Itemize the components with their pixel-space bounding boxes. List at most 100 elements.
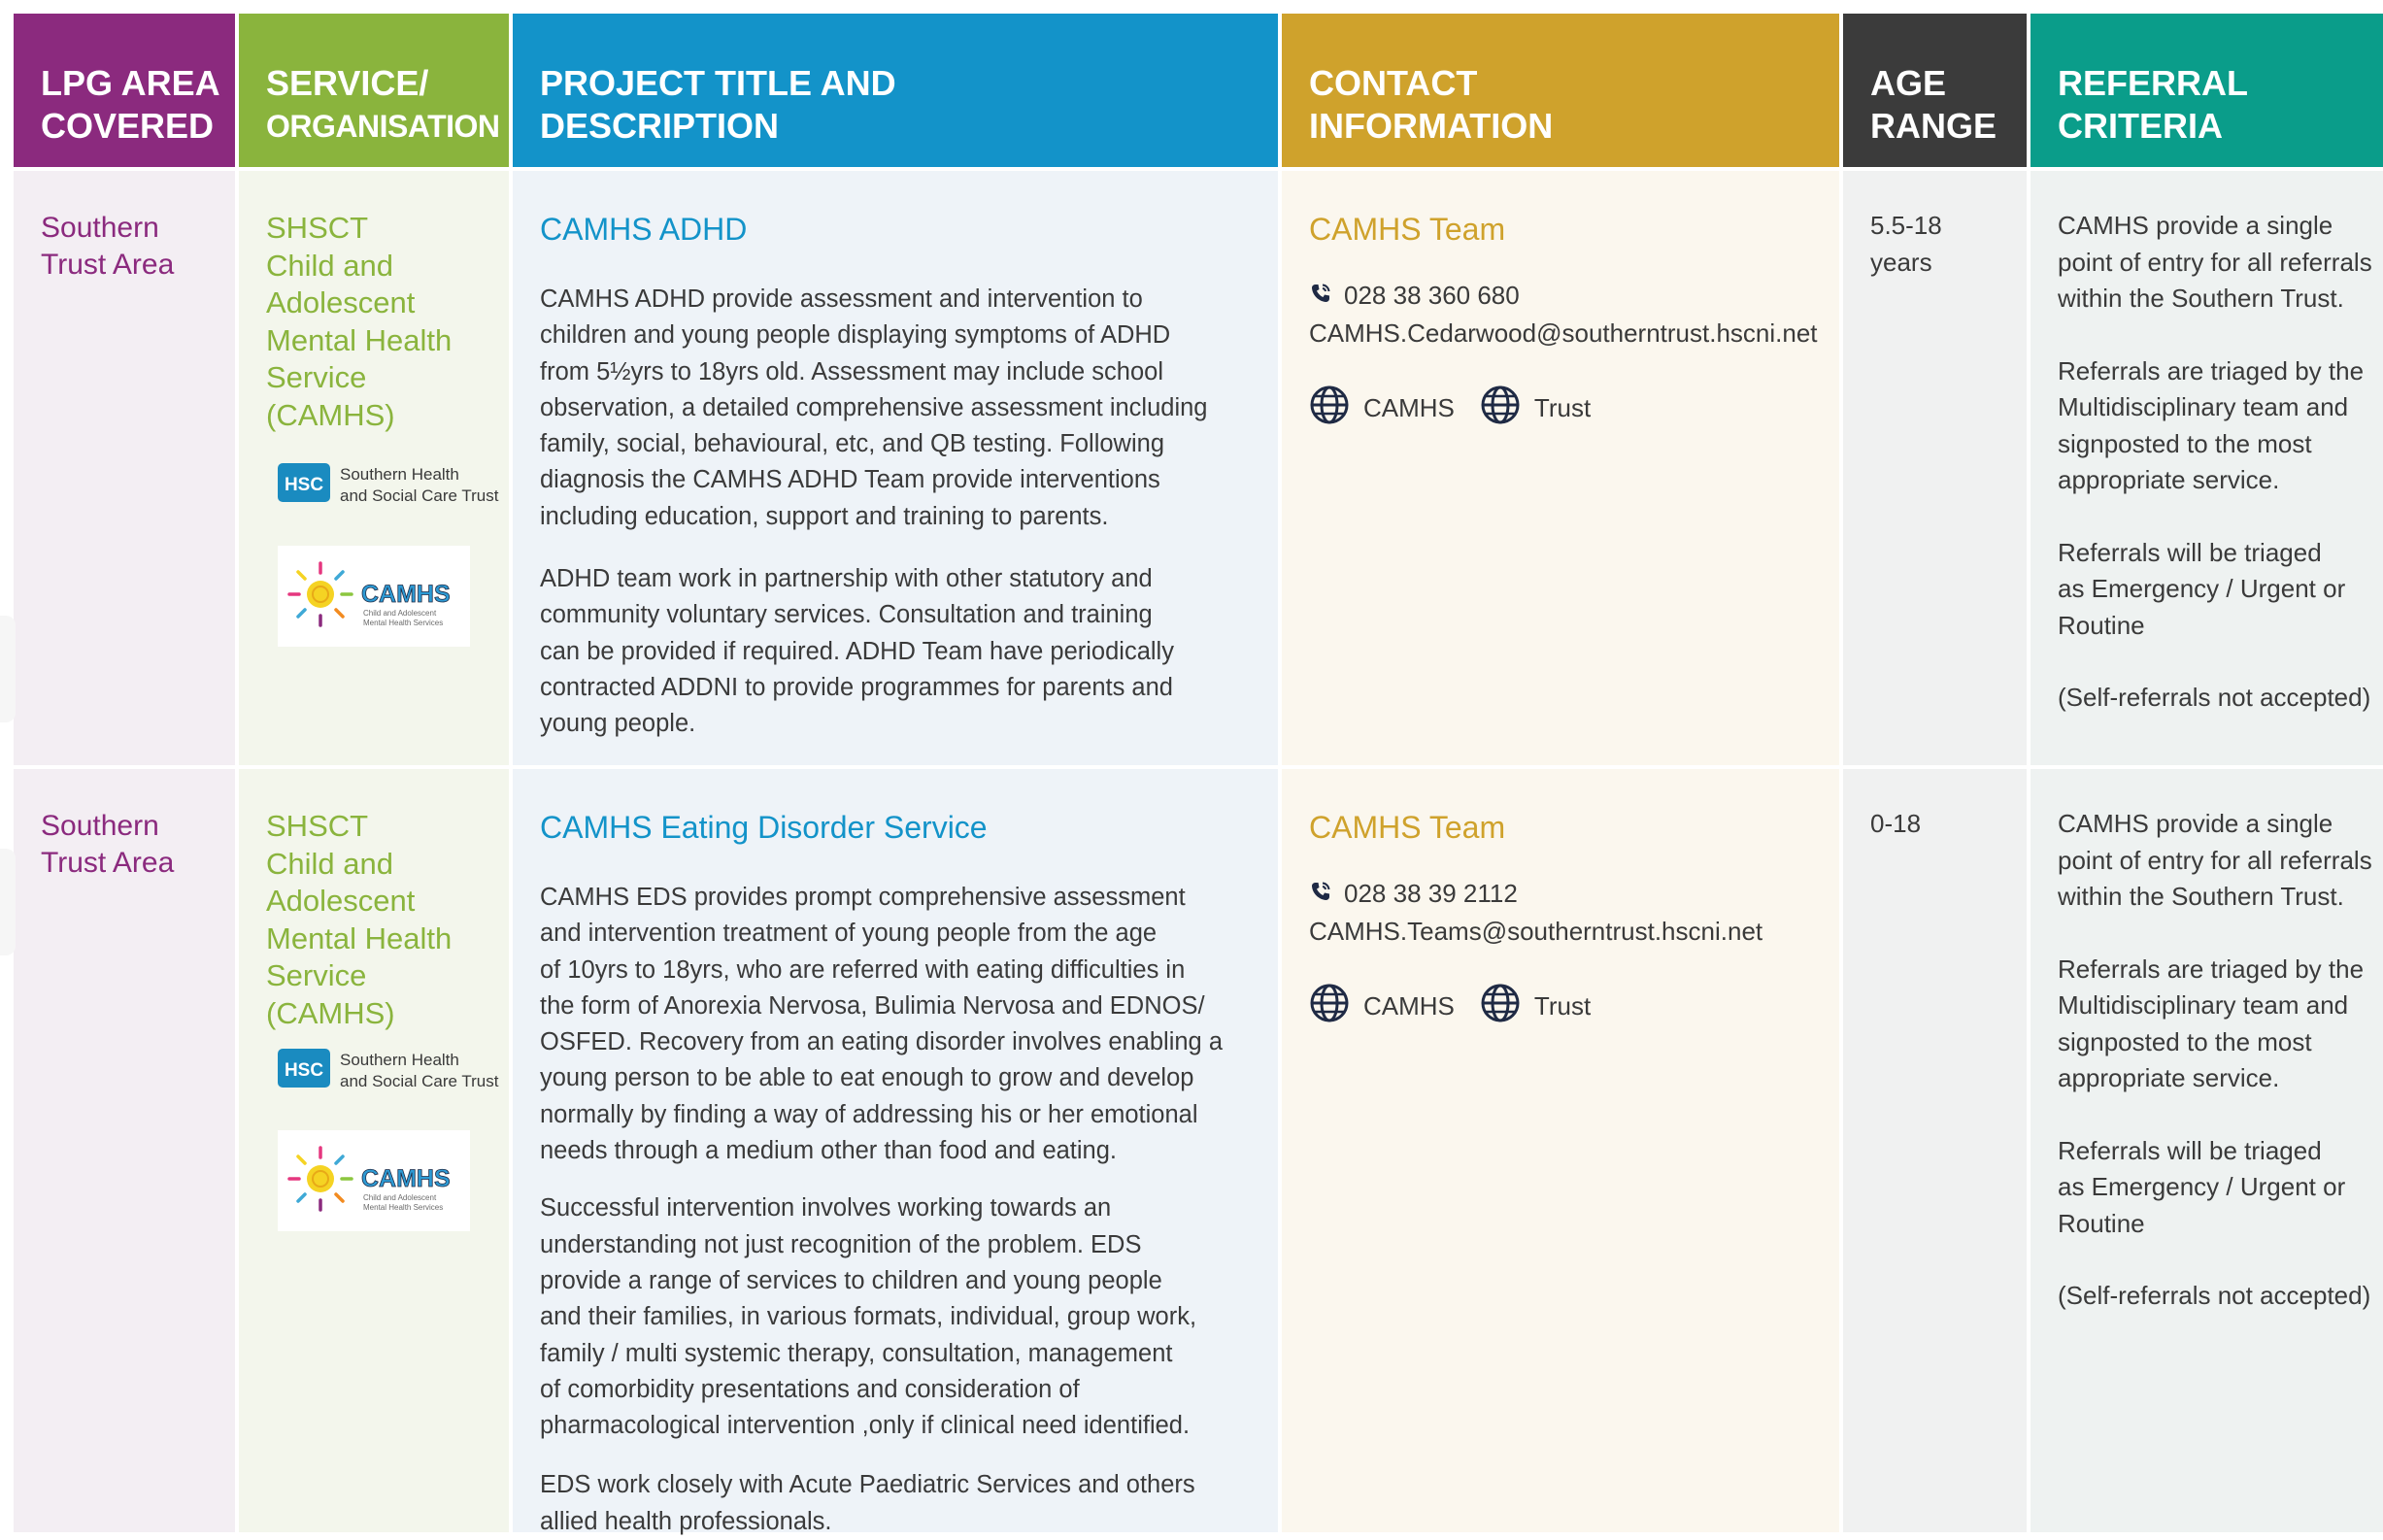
globe-icon bbox=[1309, 385, 1363, 432]
header-project: PROJECT TITLE AND DESCRIPTION bbox=[513, 14, 1278, 167]
phone-icon bbox=[1309, 877, 1334, 914]
text-line: Mental Health bbox=[266, 322, 453, 357]
referral-criteria: CAMHS provide a single point of entry fo… bbox=[2031, 171, 2383, 717]
globe-icon bbox=[1480, 385, 1534, 432]
text-line: family, social, behavioural, etc, and QB… bbox=[540, 430, 1165, 458]
text-line: Routine bbox=[2058, 1208, 2145, 1238]
phone-number[interactable]: 028 38 39 2112 bbox=[1344, 879, 1518, 908]
directory-table: LPG AREA COVERED SERVICE/ ORGANISATION P… bbox=[0, 14, 2383, 1535]
text-line: CAMHS ADHD provide assessment and interv… bbox=[540, 285, 1143, 313]
phone-line: 028 38 39 2112 bbox=[1309, 876, 1839, 914]
text-line: point of entry for all referrals bbox=[2058, 247, 2372, 277]
text-line: Service bbox=[266, 360, 367, 394]
web-link-label: CAMHS bbox=[1363, 991, 1455, 1021]
header-line: RANGE bbox=[1870, 106, 1997, 146]
web-link-trust[interactable]: Trust bbox=[1480, 983, 1591, 1030]
text-line: the form of Anorexia Nervosa, Bulimia Ne… bbox=[540, 991, 1205, 1020]
referral-paragraph: Referrals will be triaged as Emergency /… bbox=[2058, 1133, 2383, 1243]
text-line: can be provided if required. ADHD Team h… bbox=[540, 637, 1174, 665]
service-name: SHSCT Child and Adolescent Mental Health… bbox=[266, 769, 509, 1032]
text-line: provide a range of services to children … bbox=[540, 1266, 1162, 1294]
header-line: COVERED bbox=[41, 106, 215, 146]
lpg-area-text: Southern Trust Area bbox=[41, 171, 235, 284]
camhs-sub-line: Mental Health Services bbox=[363, 1203, 443, 1212]
text-line: SHSCT bbox=[266, 211, 369, 245]
web-links: CAMHS Trust bbox=[1309, 385, 1839, 432]
service-name: SHSCT Child and Adolescent Mental Health… bbox=[266, 171, 509, 434]
globe-icon bbox=[1480, 983, 1534, 1030]
project-description-paragraph: ADHD team work in partnership with other… bbox=[540, 561, 1278, 742]
web-link-camhs[interactable]: CAMHS bbox=[1309, 983, 1455, 1030]
text-line: contracted ADDNI to provide programmes f… bbox=[540, 673, 1173, 701]
text-line: family / multi systemic therapy, consult… bbox=[540, 1339, 1173, 1367]
header-contact: CONTACT INFORMATION bbox=[1282, 14, 1839, 167]
text-line: CAMHS EDS provides prompt comprehensive … bbox=[540, 884, 1186, 911]
text-line: children and young people displaying sym… bbox=[540, 321, 1171, 350]
referral-paragraph: Referrals will be triaged as Emergency /… bbox=[2058, 535, 2383, 645]
text-line: (Self-referrals not accepted) bbox=[2058, 683, 2371, 712]
header-line: REFERRAL bbox=[2058, 63, 2248, 103]
text-line: signposted to the most bbox=[2058, 428, 2312, 458]
text-line: understanding not just recognition of th… bbox=[540, 1230, 1142, 1258]
text-line: young people. bbox=[540, 710, 696, 738]
camhs-mark: CAMHS bbox=[361, 581, 451, 608]
text-line: of comorbidity presentations and conside… bbox=[540, 1375, 1080, 1403]
camhs-mark: CAMHS bbox=[361, 1165, 451, 1192]
referral-criteria: CAMHS provide a single point of entry fo… bbox=[2031, 769, 2383, 1315]
text-line: observation, a detailed comprehensive as… bbox=[540, 393, 1208, 421]
text-line: allied health professionals. bbox=[540, 1507, 832, 1535]
project-cell: CAMHS Eating Disorder Service CAMHS EDS … bbox=[513, 769, 1278, 1535]
text-line: within the Southern Trust. bbox=[2058, 882, 2344, 911]
text-line: Southern bbox=[41, 212, 159, 244]
text-line: from 5½yrs to 18yrs old. Assessment may … bbox=[540, 357, 1164, 385]
text-line: appropriate service. bbox=[2058, 465, 2280, 494]
text-line: of 10yrs to 18yrs, who are referred with… bbox=[540, 955, 1186, 984]
referral-paragraph: Referrals are triaged by the Multidiscip… bbox=[2058, 952, 2383, 1097]
header-line: ORGANISATION bbox=[266, 109, 500, 144]
web-link-camhs[interactable]: CAMHS bbox=[1309, 385, 1455, 432]
text-line: young person to be able to eat enough to… bbox=[540, 1064, 1194, 1092]
text-line: (CAMHS) bbox=[266, 397, 395, 432]
text-line: Multidisciplinary team and bbox=[2058, 990, 2349, 1020]
age-range: 5.5-18 years bbox=[1870, 171, 2027, 281]
web-links: CAMHS Trust bbox=[1309, 983, 1839, 1030]
email-link[interactable]: CAMHS.Teams@southerntrust.hscni.net bbox=[1309, 914, 1839, 951]
age-range: 0-18 bbox=[1870, 769, 2027, 843]
web-link-trust[interactable]: Trust bbox=[1480, 385, 1591, 432]
email-link[interactable]: CAMHS.Cedarwood@southerntrust.hscni.net bbox=[1309, 316, 1839, 352]
sun-icon bbox=[287, 1146, 353, 1212]
header-service: SERVICE/ ORGANISATION bbox=[239, 14, 509, 167]
text-line: Routine bbox=[2058, 610, 2145, 640]
referral-paragraph: CAMHS provide a single point of entry fo… bbox=[2058, 806, 2383, 916]
project-title: CAMHS ADHD bbox=[540, 212, 748, 247]
text-line: normally by finding a way of addressing … bbox=[540, 1100, 1198, 1128]
text-line: Adolescent bbox=[266, 285, 416, 319]
text-line: SHSCT bbox=[266, 809, 369, 843]
camhs-sub-line: Child and Adolescent bbox=[363, 609, 437, 618]
text-line: point of entry for all referrals bbox=[2058, 845, 2372, 875]
project-title: CAMHS Eating Disorder Service bbox=[540, 810, 988, 845]
text-line: CAMHS provide a single bbox=[2058, 809, 2333, 838]
hsc-logo: HSC Southern Health and Social Care Trus… bbox=[278, 460, 503, 507]
referral-cell: CAMHS provide a single point of entry fo… bbox=[2031, 171, 2383, 765]
camhs-sub-line: Mental Health Services bbox=[363, 619, 443, 627]
header-line: CRITERIA bbox=[2058, 106, 2223, 146]
hsc-logo: HSC Southern Health and Social Care Trus… bbox=[278, 1046, 503, 1092]
text-line: needs through a medium other than food a… bbox=[540, 1137, 1118, 1165]
referral-paragraph: Referrals are triaged by the Multidiscip… bbox=[2058, 353, 2383, 499]
text-line: CAMHS provide a single bbox=[2058, 211, 2333, 240]
referral-cell: CAMHS provide a single point of entry fo… bbox=[2031, 769, 2383, 1532]
text-line: years bbox=[1870, 247, 1932, 277]
text-line: 5.5-18 bbox=[1870, 211, 1942, 240]
referral-paragraph: (Self-referrals not accepted) bbox=[2058, 680, 2383, 717]
text-line: as Emergency / Urgent or bbox=[2058, 1172, 2346, 1201]
referral-paragraph: (Self-referrals not accepted) bbox=[2058, 1278, 2383, 1315]
text-line: Referrals are triaged by the bbox=[2058, 954, 2365, 984]
phone-number[interactable]: 028 38 360 680 bbox=[1344, 281, 1520, 310]
phone-icon bbox=[1309, 279, 1334, 316]
camhs-logo: CAMHS Child and Adolescent Mental Health… bbox=[278, 546, 470, 647]
lpg-cell: Southern Trust Area bbox=[14, 171, 235, 765]
web-link-label: CAMHS bbox=[1363, 393, 1455, 423]
sun-icon bbox=[287, 561, 353, 627]
contact-title: CAMHS Team bbox=[1309, 810, 1506, 845]
